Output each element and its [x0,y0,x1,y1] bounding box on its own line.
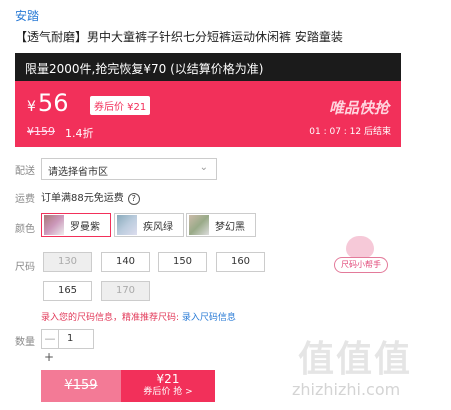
color-thumbnail [189,215,209,235]
price-value: 56 [37,89,69,117]
discount-label: 1.4折 [65,127,94,140]
coupon-price-tag: 券后价 ¥21 [90,96,151,115]
countdown-timer: 01 : 07 : 12 后结束 [309,127,391,137]
shipping-label: 运费 [15,194,35,205]
price-panel: ¥56 券后价 ¥21 ¥159 1.4折 唯品快抢 01 : 07 : 12 … [15,81,401,147]
help-icon[interactable]: ? [127,193,140,205]
color-option-wind-green[interactable]: 疾风绿 [114,213,184,237]
brand-link[interactable]: 安踏 [15,7,39,24]
size-helper-button[interactable]: 尺码小帮手 [334,257,388,273]
quantity-label: 数量 [15,337,35,348]
color-thumbnail [44,215,64,235]
color-option-dream-black[interactable]: 梦幻黑 [186,213,256,237]
size-option-170: 170 [101,281,150,301]
size-option-165[interactable]: 165 [43,281,92,301]
buy-coupon-price: ¥21 [156,372,180,386]
watermark: 值值值 [298,339,413,380]
size-tip-text: 录入您的尺码信息，精准推荐尺码: [41,313,180,323]
region-select-value: 请选择省市区 [48,167,108,178]
promo-banner-text: 限量2000件,抢完恢复¥70 (以结算价格为准) [25,62,264,76]
size-tip: 录入您的尺码信息，精准推荐尺码: 录入尺码信息 [41,310,236,323]
buy-coupon-action: 券后价 抢 > [143,387,193,397]
buy-coupon-button[interactable]: ¥21 券后价 抢 > [121,370,215,402]
size-option-130: 130 [43,252,92,272]
price-symbol: ¥ [27,99,36,115]
size-label: 尺码 [15,262,35,273]
color-option-romance-purple[interactable]: 罗曼紫 [41,213,111,237]
size-option-160[interactable]: 160 [216,252,265,272]
vip-flash-sale-logo: 唯品快抢 [328,99,389,117]
color-option-label: 疾风绿 [143,221,173,233]
color-label: 颜色 [15,224,35,235]
chevron-down-icon: ⌄ [199,162,208,173]
quantity-input[interactable]: 1 [58,329,94,349]
quantity-increase-button[interactable]: + [44,350,54,364]
color-thumbnail [117,215,137,235]
size-helper[interactable]: 尺码小帮手 [334,236,388,276]
mascot-icon [346,236,374,258]
promo-banner: 限量2000件,抢完恢复¥70 (以结算价格为准) [15,53,401,81]
shipping-text: 订单满88元免运费 [41,193,124,204]
region-select[interactable]: 请选择省市区 ⌄ [41,158,217,180]
quantity-decrease-button[interactable]: — [41,329,59,349]
product-title: 【透气耐磨】男中大童裤子针织七分短裤运动休闲裤 安踏童装 [15,30,343,44]
color-option-label: 梦幻黑 [215,221,245,233]
size-info-link[interactable]: 录入尺码信息 [182,313,236,323]
original-price: ¥159 [27,125,55,138]
watermark-url: zhizhizhi.com [292,380,401,399]
current-price: ¥56 [27,89,68,117]
buy-original-price-button[interactable]: ¥159 [41,370,121,402]
size-option-140[interactable]: 140 [101,252,150,272]
color-option-label: 罗曼紫 [70,221,100,233]
shipping-info: 订单满88元免运费? [41,189,140,205]
delivery-label: 配送 [15,166,35,177]
buy-original-price: ¥159 [64,378,98,393]
size-option-150[interactable]: 150 [158,252,207,272]
